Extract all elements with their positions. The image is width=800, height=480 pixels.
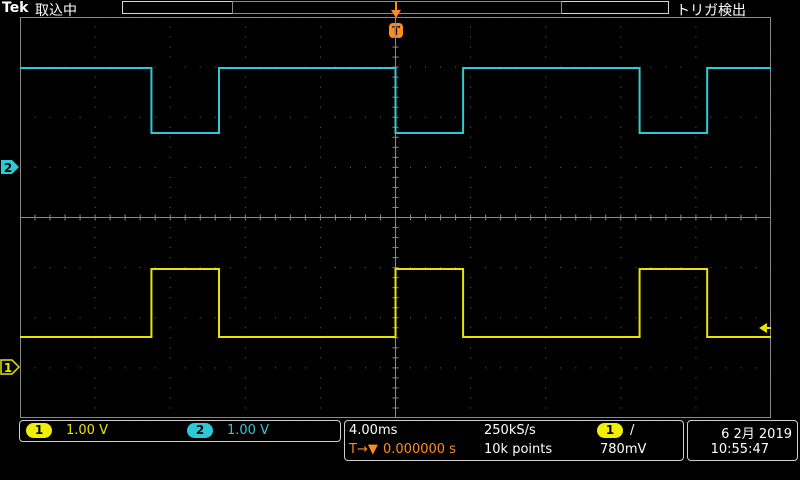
trigger-delay: 0.000000 s <box>383 442 456 457</box>
record-length: 10k points <box>484 442 553 457</box>
timebase-panel[interactable]: 4.00ms 250kS/s 1 / T→▼ 0.000000 s 10k po… <box>344 420 684 461</box>
trigger-slope-icon: / <box>630 423 635 438</box>
channel-scale-panel[interactable]: 1 1.00 V 2 1.00 V <box>19 420 341 442</box>
svg-text:2: 2 <box>4 161 12 175</box>
date-display: 6 2月 2019 <box>721 427 792 442</box>
trigger-level: 780mV <box>600 442 647 457</box>
horizontal-scale: 4.00ms <box>349 423 398 438</box>
ch2-ground-marker[interactable]: 2 <box>0 158 20 176</box>
trigger-level-marker[interactable] <box>758 322 772 334</box>
trigger-position-prefix: T→▼ <box>349 442 378 457</box>
ch1-badge[interactable]: 1 <box>26 423 52 438</box>
ch1-scale: 1.00 V <box>66 423 108 438</box>
ch1-waveform <box>20 268 771 338</box>
ch2-scale: 1.00 V <box>227 423 269 438</box>
waveform-display[interactable] <box>20 17 771 418</box>
datetime-panel: 6 2月 2019 10:55:47 <box>687 420 798 461</box>
time-display: 10:55:47 <box>710 442 769 457</box>
tek-logo: Tek <box>2 0 29 16</box>
ch1-ground-marker[interactable]: 1 <box>0 358 20 376</box>
ch2-badge[interactable]: 2 <box>187 423 213 438</box>
svg-text:1: 1 <box>4 361 12 375</box>
ch2-waveform <box>20 67 771 134</box>
sample-rate: 250kS/s <box>484 423 536 438</box>
trigger-source-badge[interactable]: 1 <box>597 423 623 438</box>
